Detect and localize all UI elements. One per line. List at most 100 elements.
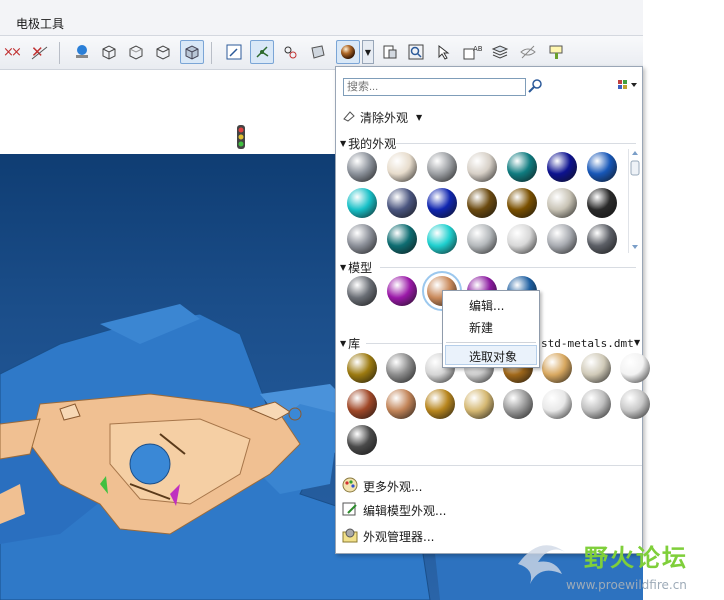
sketch-view-icon[interactable] <box>222 40 246 64</box>
cube-wire-icon[interactable] <box>97 40 121 64</box>
sphere-view-icon[interactable] <box>70 40 94 64</box>
collapse-triangle-icon: ▼ <box>340 339 347 348</box>
my-appearance-sphere[interactable] <box>547 152 577 182</box>
cube-shaded-icon[interactable] <box>180 40 204 64</box>
collapse-triangle-icon: ▼ <box>340 139 347 148</box>
context-select-object-item[interactable]: 选取对象 <box>469 348 517 365</box>
library-appearance-sphere[interactable] <box>347 425 377 455</box>
my-appearance-sphere[interactable] <box>427 224 457 254</box>
clear-appearance-button[interactable]: 清除外观 ▼ <box>342 109 422 126</box>
appearance-dropdown-arrow[interactable]: ▼ <box>362 40 374 64</box>
scrollbar[interactable] <box>628 149 640 253</box>
window-edge <box>643 0 724 600</box>
library-appearance-sphere[interactable] <box>347 353 377 383</box>
my-appearance-sphere[interactable] <box>587 188 617 218</box>
my-appearance-sphere[interactable] <box>467 224 497 254</box>
my-appearance-sphere[interactable] <box>387 188 417 218</box>
library-appearance-sphere[interactable] <box>386 389 416 419</box>
clear-appearance-label: 清除外观 <box>360 111 409 125</box>
saved-views-icon[interactable] <box>306 40 330 64</box>
my-appearance-sphere[interactable] <box>587 152 617 182</box>
collapse-triangle-icon: ▼ <box>340 263 347 272</box>
my-appearance-sphere[interactable] <box>427 188 457 218</box>
section-model[interactable]: ▼ 模型 <box>340 259 372 276</box>
chevron-down-icon: ▼ <box>416 113 423 122</box>
my-appearance-sphere[interactable] <box>507 224 537 254</box>
toolbar-separator <box>59 42 60 64</box>
my-appearance-sphere[interactable] <box>507 188 537 218</box>
appearance-ball-icon[interactable] <box>336 40 360 64</box>
menu-bar: 电极工具 <box>0 0 643 36</box>
menu-electrode-tools[interactable]: 电极工具 <box>16 15 64 32</box>
my-appearance-sphere[interactable] <box>547 224 577 254</box>
toolbar-separator <box>211 42 212 64</box>
section-divider <box>396 143 636 144</box>
search-icon[interactable] <box>527 78 543 97</box>
edit-model-appearance-item[interactable]: 编辑模型外观... <box>342 501 446 520</box>
my-appearance-sphere[interactable] <box>347 224 377 254</box>
layers-icon[interactable] <box>488 40 512 64</box>
edit-model-appearance-label: 编辑模型外观... <box>363 504 447 518</box>
datum-tree-icon[interactable] <box>250 40 274 64</box>
library-file-selector[interactable]: std-metals.dmt <box>541 337 634 350</box>
context-edit-item[interactable]: 编辑... <box>469 297 504 314</box>
section-model-label: 模型 <box>348 261 373 275</box>
library-appearance-sphere[interactable] <box>347 389 377 419</box>
eraser-icon <box>342 110 356 125</box>
my-appearance-sphere[interactable] <box>347 188 377 218</box>
points-x-icon[interactable]: × × <box>0 40 24 64</box>
footer-divider <box>336 465 642 466</box>
more-appearances-label: 更多外观... <box>363 480 423 494</box>
context-new-item[interactable]: 新建 <box>469 319 493 336</box>
context-separator <box>446 342 536 343</box>
library-appearance-sphere[interactable] <box>542 353 572 383</box>
appearance-manager-item[interactable]: 外观管理器... <box>342 527 434 546</box>
points-x2-icon[interactable]: ✕ <box>27 40 51 64</box>
svg-text:AB: AB <box>473 45 482 53</box>
my-appearance-sphere[interactable] <box>467 152 497 182</box>
toolbar: × × ✕ ▼ AB <box>0 36 643 70</box>
view-options-icon[interactable] <box>618 79 640 94</box>
library-appearance-sphere[interactable] <box>503 389 533 419</box>
library-appearance-sphere[interactable] <box>425 389 455 419</box>
edit-appearance-icon <box>342 501 358 520</box>
library-appearance-sphere[interactable] <box>620 353 650 383</box>
my-appearance-sphere[interactable] <box>547 188 577 218</box>
model-appearance-sphere[interactable] <box>387 276 417 306</box>
watermark-title: 野火论坛 <box>584 544 688 572</box>
section-library[interactable]: ▼ 库 <box>340 335 360 352</box>
my-appearance-sphere[interactable] <box>387 152 417 182</box>
library-appearance-sphere[interactable] <box>542 389 572 419</box>
my-appearance-sphere[interactable] <box>587 224 617 254</box>
section-library-label: 库 <box>348 337 361 351</box>
section-my-label: 我的外观 <box>348 137 397 151</box>
library-appearance-sphere[interactable] <box>620 389 650 419</box>
annotation-icon[interactable]: AB <box>460 40 484 64</box>
library-appearance-sphere[interactable] <box>581 389 611 419</box>
my-appearance-sphere[interactable] <box>427 152 457 182</box>
my-appearance-sphere[interactable] <box>347 152 377 182</box>
appearance-manager-label: 外观管理器... <box>363 530 435 544</box>
more-appearances-item[interactable]: 更多外观... <box>342 477 422 496</box>
palette-icon <box>342 477 358 496</box>
my-appearance-sphere[interactable] <box>387 224 417 254</box>
display-style-icon[interactable] <box>378 40 402 64</box>
model-appearance-sphere[interactable] <box>347 276 377 306</box>
section-my-appearances[interactable]: ▼ 我的外观 <box>340 135 396 152</box>
my-appearance-sphere[interactable] <box>467 188 497 218</box>
filter-icon[interactable] <box>544 40 568 64</box>
cube-no-hidden-icon[interactable] <box>151 40 175 64</box>
library-appearance-sphere[interactable] <box>581 353 611 383</box>
hide-icon[interactable] <box>516 40 540 64</box>
my-appearance-sphere[interactable] <box>507 152 537 182</box>
status-indicator-icon <box>236 125 246 152</box>
cube-hidden-icon[interactable] <box>124 40 148 64</box>
chevron-down-icon[interactable]: ▼ <box>634 338 640 347</box>
select-tool-icon[interactable] <box>432 40 456 64</box>
zoom-window-icon[interactable] <box>404 40 428 64</box>
appearance-search-input[interactable] <box>343 78 526 96</box>
spin-center-icon[interactable] <box>278 40 302 64</box>
library-appearance-sphere[interactable] <box>386 353 416 383</box>
library-appearance-sphere[interactable] <box>464 389 494 419</box>
svg-text:×: × <box>11 45 22 60</box>
